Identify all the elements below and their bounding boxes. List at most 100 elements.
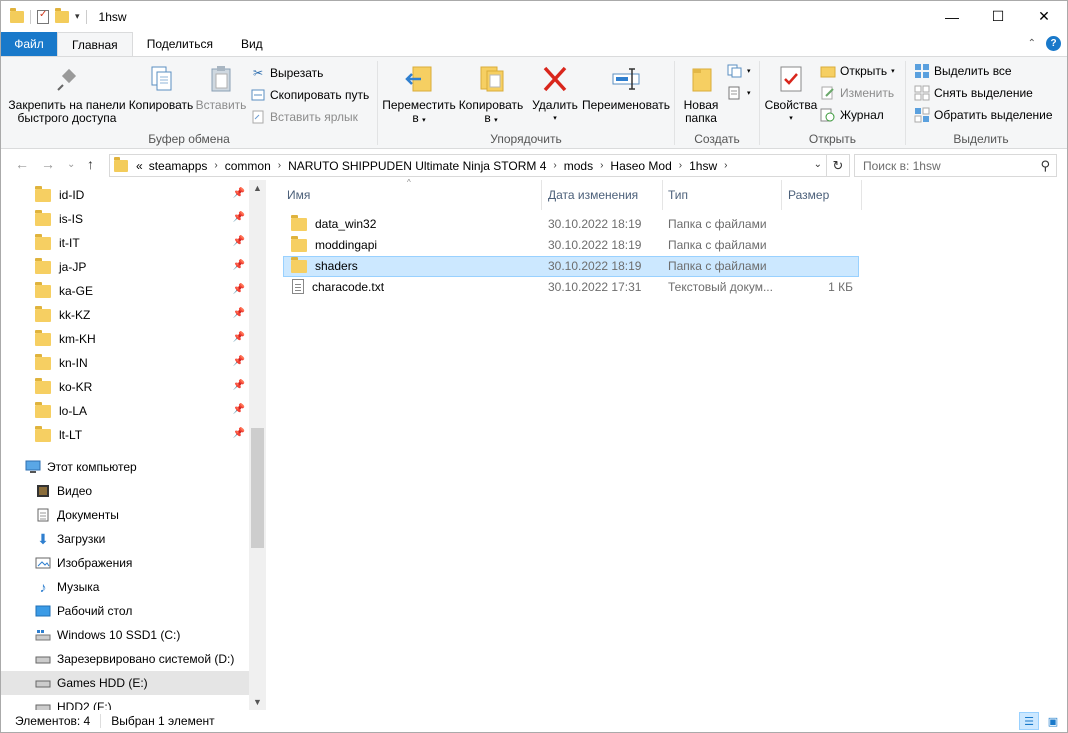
nav-folder-item[interactable]: kn-IN 📌 [1, 351, 249, 375]
properties-icon[interactable] [37, 9, 49, 24]
nav-folder-item[interactable]: lo-LA 📌 [1, 399, 249, 423]
address-bar[interactable]: « steamapps › common › NARUTO SHIPPUDEN … [109, 154, 827, 177]
nav-item-drive-c[interactable]: Windows 10 SSD1 (C:) [1, 623, 249, 647]
breadcrumb-chevron-icon[interactable]: › [724, 160, 727, 171]
copy-to-button[interactable]: Копировать в ▾ [456, 63, 526, 127]
pin-icon[interactable]: 📌 [233, 356, 245, 367]
close-button[interactable]: ✕ [1021, 1, 1067, 32]
column-header-type[interactable]: Тип [668, 180, 688, 210]
select-none-button[interactable]: Снять выделение [914, 85, 1033, 101]
nav-folder-item[interactable]: ko-KR 📌 [1, 375, 249, 399]
file-row[interactable]: characode.txt 30.10.2022 17:31 Текстовый… [283, 277, 859, 298]
new-folder-button[interactable]: Новая папка [679, 63, 723, 125]
nav-item-pictures[interactable]: Изображения [1, 551, 249, 575]
breadcrumb-chevron-icon[interactable]: › [553, 160, 556, 171]
column-header-date[interactable]: Дата изменения [548, 180, 638, 210]
back-arrow-icon[interactable]: ← [15, 156, 29, 172]
breadcrumb-overflow[interactable]: « [136, 159, 143, 173]
pin-icon[interactable]: 📌 [233, 332, 245, 343]
pin-icon[interactable]: 📌 [233, 428, 245, 439]
file-row[interactable]: data_win32 30.10.2022 18:19 Папка с файл… [283, 214, 859, 235]
pin-icon[interactable]: 📌 [233, 308, 245, 319]
tab-file[interactable]: Файл [1, 32, 57, 56]
breadcrumb-item[interactable]: steamapps [149, 159, 208, 173]
history-button[interactable]: Журнал [820, 107, 884, 123]
search-input[interactable]: Поиск в: 1hsw ⚲ [854, 154, 1057, 177]
nav-folder-item[interactable]: km-KH 📌 [1, 327, 249, 351]
column-header-size[interactable]: Размер [788, 180, 829, 210]
breadcrumb-item[interactable]: common [225, 159, 271, 173]
nav-item-video[interactable]: Видео [1, 479, 249, 503]
pin-icon[interactable]: 📌 [233, 380, 245, 391]
nav-scrollbar[interactable]: ▲ ▼ [249, 180, 266, 710]
nav-item-documents[interactable]: Документы [1, 503, 249, 527]
collapse-ribbon-icon[interactable]: ⌃ [1028, 38, 1036, 49]
nav-folder-item[interactable]: ja-JP 📌 [1, 255, 249, 279]
address-history-chevron-icon[interactable]: ⌄ [814, 159, 822, 170]
forward-arrow-icon[interactable]: → [41, 156, 55, 172]
pin-icon[interactable]: 📌 [233, 284, 245, 295]
nav-item-desktop[interactable]: Рабочий стол [1, 599, 249, 623]
pin-icon[interactable]: 📌 [233, 212, 245, 223]
copy-button[interactable]: Копировать [127, 63, 195, 112]
pin-icon[interactable]: 📌 [233, 188, 245, 199]
properties-button[interactable]: Свойства ▾ [764, 63, 818, 125]
nav-folder-item[interactable]: kk-KZ 📌 [1, 303, 249, 327]
new-item-button[interactable]: ▾ [727, 63, 751, 79]
breadcrumb-item[interactable]: NARUTO SHIPPUDEN Ultimate Ninja STORM 4 [288, 159, 546, 173]
recent-locations-chevron-icon[interactable]: ⌄ [67, 159, 75, 170]
maximize-button[interactable]: ☐ [975, 1, 1021, 32]
scrollbar-thumb[interactable] [251, 428, 264, 548]
cut-button[interactable]: ✂ Вырезать [250, 65, 323, 81]
help-icon[interactable]: ? [1046, 36, 1061, 51]
file-row-selected[interactable]: shaders 30.10.2022 18:19 Папка с файлами [283, 256, 859, 277]
pin-to-quick-access-button[interactable]: Закрепить на панели быстрого доступа [7, 63, 127, 125]
nav-folder-item[interactable]: it-IT 📌 [1, 231, 249, 255]
file-row[interactable]: moddingapi 30.10.2022 18:19 Папка с файл… [283, 235, 859, 256]
select-all-button[interactable]: Выделить все [914, 63, 1012, 79]
new-folder-icon[interactable] [55, 7, 69, 23]
nav-item-music[interactable]: ♪ Музыка [1, 575, 249, 599]
nav-folder-item[interactable]: id-ID 📌 [1, 183, 249, 207]
breadcrumb-chevron-icon[interactable]: › [679, 160, 682, 171]
paste-shortcut-button[interactable]: Вставить ярлык [250, 109, 358, 125]
edit-button[interactable]: Изменить [820, 85, 894, 101]
breadcrumb-item[interactable]: mods [564, 159, 593, 173]
scroll-down-arrow-icon[interactable]: ▼ [253, 697, 262, 707]
breadcrumb-chevron-icon[interactable]: › [278, 160, 281, 171]
paste-button[interactable]: Вставить [195, 63, 247, 112]
details-view-button[interactable]: ☰ [1019, 712, 1039, 730]
breadcrumb-item[interactable]: Haseo Mod [610, 159, 671, 173]
column-header-name[interactable]: Имя [287, 180, 310, 210]
breadcrumb-chevron-icon[interactable]: › [214, 160, 217, 171]
breadcrumb-chevron-icon[interactable]: › [600, 160, 603, 171]
nav-folder-item[interactable]: lt-LT 📌 [1, 423, 249, 447]
tab-view[interactable]: Вид [227, 32, 277, 56]
scroll-up-arrow-icon[interactable]: ▲ [253, 183, 262, 193]
tab-home[interactable]: Главная [57, 32, 133, 56]
easy-access-button[interactable]: ▾ [727, 85, 751, 101]
invert-selection-button[interactable]: Обратить выделение [914, 107, 1053, 123]
large-icons-view-button[interactable]: ▣ [1043, 712, 1063, 730]
move-to-button[interactable]: Переместить в ▾ [382, 63, 456, 127]
nav-this-pc[interactable]: Этот компьютер [1, 455, 249, 479]
nav-item-drive-d[interactable]: Зарезервировано системой (D:) [1, 647, 249, 671]
breadcrumb-item[interactable]: 1hsw [689, 159, 717, 173]
delete-button[interactable]: Удалить ▾ [530, 63, 580, 125]
minimize-button[interactable]: — [929, 1, 975, 32]
pin-icon[interactable]: 📌 [233, 236, 245, 247]
refresh-button[interactable]: ↻ [827, 154, 850, 177]
nav-item-drive-e[interactable]: Games HDD (E:) [1, 671, 249, 695]
up-arrow-icon[interactable]: ↑ [87, 156, 94, 172]
pin-icon[interactable]: 📌 [233, 404, 245, 415]
customize-qat-dropdown-icon[interactable]: ▾ [75, 11, 80, 22]
nav-item-drive-f[interactable]: HDD2 (F:) [1, 695, 249, 710]
nav-folder-item[interactable]: ka-GE 📌 [1, 279, 249, 303]
rename-button[interactable]: Переименовать [580, 63, 672, 112]
open-button[interactable]: Открыть ▾ [820, 63, 895, 79]
copy-path-button[interactable]: Скопировать путь [250, 87, 369, 103]
pin-icon[interactable]: 📌 [233, 260, 245, 271]
nav-item-downloads[interactable]: ⬇ Загрузки [1, 527, 249, 551]
tab-share[interactable]: Поделиться [133, 32, 227, 56]
nav-folder-item[interactable]: is-IS 📌 [1, 207, 249, 231]
